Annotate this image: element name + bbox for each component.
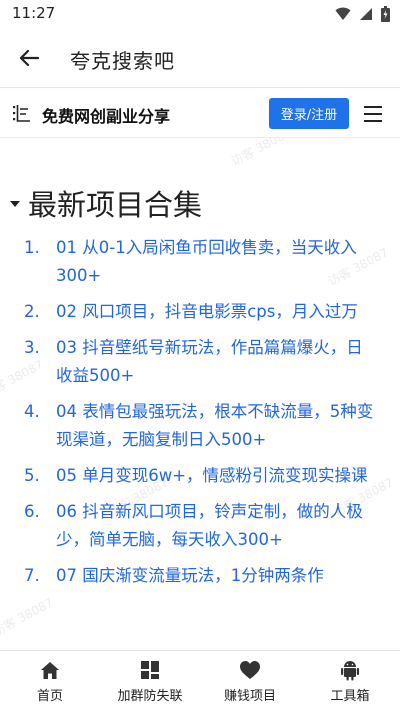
list-item-number: 4.	[24, 402, 40, 421]
arrow-left-icon	[19, 49, 39, 67]
list-item-number: 3.	[24, 338, 40, 357]
signal-icon	[360, 8, 372, 20]
bottom-nav: 首页 加群防失联 赚钱项目 工具箱	[0, 650, 400, 711]
nav-label: 首页	[36, 689, 63, 704]
heart-icon	[239, 659, 261, 681]
caret-down-icon[interactable]	[10, 201, 20, 207]
main-content[interactable]: 访客 38087 访客 38087 访客 38087 访客 38087 访客 3…	[0, 138, 400, 650]
nav-home[interactable]: 首页	[0, 651, 100, 711]
list-item[interactable]: 5. 05 单月变现6w+，情感粉引流变现实操课	[24, 462, 376, 490]
article-link[interactable]: 02 风口项目，抖音电影票cps，月入过万	[56, 298, 376, 326]
list-item[interactable]: 1. 01 从0-1入局闲鱼币回收售卖，当天收入300+	[24, 234, 376, 290]
article-link[interactable]: 06 抖音新风口项目，铃声定制，做的人极少，简单无脑，每天收入300+	[56, 498, 376, 554]
nav-label: 赚钱项目	[223, 689, 276, 704]
back-button[interactable]	[14, 44, 44, 72]
app-title: 夸克搜索吧	[70, 49, 175, 73]
article-link[interactable]: 04 表情包最强玩法，根本不缺流量，5种变现渠道，无脑复制日入500+	[56, 398, 376, 454]
app-bar: 夸克搜索吧	[0, 28, 400, 88]
hamburger-icon	[364, 103, 386, 122]
article-link[interactable]: 03 抖音壁纸号新玩法，作品篇篇爆火，日收益500+	[56, 334, 376, 390]
status-icons	[335, 5, 390, 23]
list-item-number: 2.	[24, 302, 40, 321]
nav-money-projects[interactable]: 赚钱项目	[200, 651, 300, 711]
battery-icon	[381, 6, 390, 22]
home-icon	[39, 659, 61, 681]
article-link[interactable]: 05 单月变现6w+，情感粉引流变现实操课	[56, 462, 376, 490]
section-title: 最新项目合集	[28, 188, 203, 222]
nav-toolbox[interactable]: 工具箱	[300, 651, 400, 711]
site-header: 免费网创副业分享 登录/注册	[0, 90, 400, 138]
list-item-number: 5.	[24, 466, 40, 485]
list-item[interactable]: 3. 03 抖音壁纸号新玩法，作品篇篇爆火，日收益500+	[24, 334, 376, 390]
article-link[interactable]: 01 从0-1入局闲鱼币回收售卖，当天收入300+	[56, 234, 376, 290]
list-item[interactable]: 2. 02 风口项目，抖音电影票cps，月入过万	[24, 298, 376, 326]
nav-label: 工具箱	[330, 689, 370, 704]
wifi-icon	[335, 7, 351, 20]
watermark: 访客 38087	[228, 138, 294, 169]
menu-button[interactable]	[364, 103, 386, 125]
status-bar: 11:27	[0, 0, 400, 28]
status-time: 11:27	[12, 4, 56, 22]
article-link[interactable]: 07 国庆渐变流量玩法，1分钟两条作	[56, 562, 376, 590]
nav-join-group[interactable]: 加群防失联	[100, 651, 200, 711]
site-name[interactable]: 免费网创副业分享	[42, 103, 170, 127]
watermark: 访客 38087	[0, 595, 56, 639]
list-icon	[13, 105, 30, 122]
list-item-number: 6.	[24, 502, 40, 521]
list-item[interactable]: 4. 04 表情包最强玩法，根本不缺流量，5种变现渠道，无脑复制日入500+	[24, 398, 376, 454]
nav-label: 加群防失联	[117, 689, 183, 704]
article-list: 1. 01 从0-1入局闲鱼币回收售卖，当天收入300+ 2. 02 风口项目，…	[24, 234, 376, 598]
grid-icon	[139, 659, 161, 681]
list-item[interactable]: 6. 06 抖音新风口项目，铃声定制，做的人极少，简单无脑，每天收入300+	[24, 498, 376, 554]
list-item-number: 1.	[24, 238, 40, 257]
android-icon	[339, 659, 361, 681]
list-item-number: 7.	[24, 566, 40, 585]
section-header[interactable]: 最新项目合集	[10, 182, 202, 224]
login-register-button[interactable]: 登录/注册	[269, 98, 349, 129]
list-item[interactable]: 7. 07 国庆渐变流量玩法，1分钟两条作	[24, 562, 376, 590]
